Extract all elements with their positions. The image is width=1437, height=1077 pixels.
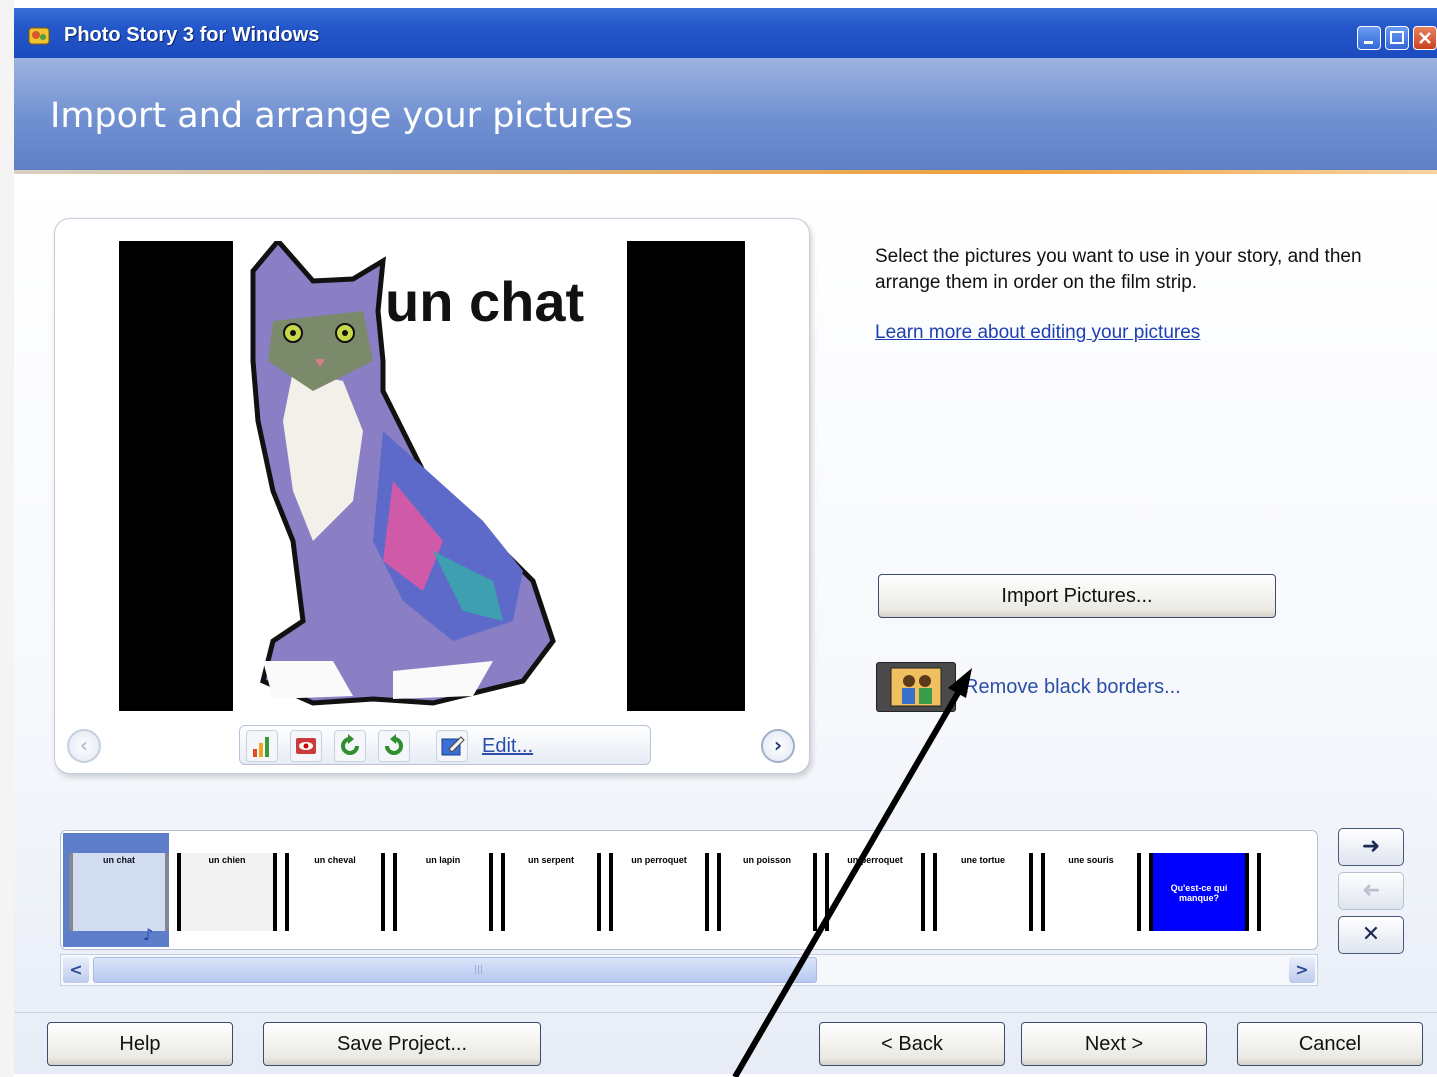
move-left-button[interactable]: ➜ [1338,872,1404,910]
back-button[interactable]: < Back [819,1022,1005,1066]
chevron-right-icon: › [773,733,783,757]
close-icon [1419,32,1431,44]
rotate-right-icon [385,734,403,755]
thumbnail-label: un poisson [743,855,791,865]
edit-toolbar: Edit... [239,725,651,765]
thumbnail-label: un serpent [527,855,574,865]
previous-picture-button[interactable]: ‹ [67,729,101,763]
scroll-right-button[interactable]: > [1289,957,1315,983]
instructions-text: Select the pictures you want to use in y… [875,246,1362,293]
import-pictures-button[interactable]: Import Pictures... [878,574,1276,618]
film-strip-thumbnail[interactable]: un poisson [717,853,817,931]
minimize-icon [1364,41,1373,44]
rotate-left-icon [341,734,359,755]
title-bar[interactable]: Photo Story 3 for Windows [14,8,1437,58]
thumbnail-label: un cheval [314,855,356,865]
cancel-button[interactable]: Cancel [1237,1022,1423,1066]
remove-borders-icon[interactable] [876,662,956,712]
maximize-button[interactable] [1385,26,1409,50]
auto-color-icon [253,737,269,757]
scroll-grip-icon: ||| [474,965,484,975]
film-strip: un chat un chien un cheval un lapin un serpe… [60,830,1318,950]
preview-image: un chat [119,241,745,711]
next-button[interactable]: Next > [1021,1022,1207,1066]
film-strip-thumbnail[interactable] [1257,853,1317,931]
thumbnail-label: une tortue [961,855,1005,865]
desktop-edge [0,0,14,1077]
window-title: Photo Story 3 for Windows [64,24,320,46]
auto-color-button[interactable] [246,730,278,762]
film-strip-thumbnail[interactable]: une tortue [933,853,1033,931]
remove-picture-button[interactable]: ✕ [1338,916,1404,954]
film-strip-scrollbar[interactable]: < ||| > [60,954,1318,986]
film-strip-thumbnail[interactable]: un chat [69,853,169,931]
chevron-left-icon: ‹ [79,733,89,757]
footer-divider [14,1012,1437,1013]
rotate-right-button[interactable] [378,730,410,762]
thumbnail-label: Qu'est-ce qui manque? [1170,883,1228,903]
film-strip-thumbnail[interactable]: Qu'est-ce qui manque? [1149,853,1249,931]
music-note-icon: ♪ [143,925,154,944]
close-button[interactable] [1413,26,1437,50]
x-icon: ✕ [1361,922,1381,947]
film-strip-thumbnail[interactable]: une souris [1041,853,1141,931]
edit-icon [441,736,465,756]
photo-story-icon [28,27,50,45]
red-eye-icon [296,738,316,754]
scroll-thumb[interactable]: ||| [93,957,817,983]
film-strip-thumbnail[interactable]: un cheval [285,853,385,931]
film-strip-thumbnail[interactable]: un perroquet [825,853,925,931]
remove-black-borders-link[interactable]: Remove black borders... [964,676,1181,699]
thumbnail-label: un chien [208,855,246,865]
edit-label[interactable]: Edit... [482,735,533,758]
next-picture-button[interactable]: › [761,729,795,763]
maximize-icon [1390,31,1404,44]
preview-caption: un chat [385,270,585,333]
preview-photo: un chat [233,241,627,711]
app-window: Photo Story 3 for Windows Import and arr… [14,8,1437,1077]
film-strip-thumbnail[interactable]: un chien [177,853,277,931]
minimize-button[interactable] [1357,26,1381,50]
red-eye-button[interactable] [290,730,322,762]
page-title: Import and arrange your pictures [50,96,633,136]
thumbnail-label: un chat [102,855,135,865]
thumbnail-label: un lapin [425,855,461,865]
wizard-content: un chat ‹ › Edit... Select the pictures … [14,174,1437,1074]
thumbnail-label: un perroquet [847,855,903,865]
scroll-left-button[interactable]: < [63,957,89,983]
arrow-right-icon: ➜ [1361,834,1381,859]
move-right-button[interactable]: ➜ [1338,828,1404,866]
photo-frame-icon [890,667,942,707]
rotate-left-button[interactable] [334,730,366,762]
help-button[interactable]: Help [47,1022,233,1066]
film-strip-thumbnail[interactable]: un serpent [501,853,601,931]
chevron-right-icon: > [1295,960,1309,979]
chevron-left-icon: < [69,960,83,979]
thumbnail-label: une souris [1068,855,1114,865]
save-project-button[interactable]: Save Project... [263,1022,541,1066]
picture-preview-panel: un chat ‹ › Edit... [54,218,810,774]
learn-more-link[interactable]: Learn more about editing your pictures [875,322,1200,344]
film-strip-thumbnail[interactable]: un perroquet [609,853,709,931]
page-header: Import and arrange your pictures [14,58,1437,173]
edit-button[interactable] [436,730,468,762]
thumbnail-label: un perroquet [631,855,687,865]
arrow-left-icon: ➜ [1361,878,1381,903]
film-strip-thumbnail[interactable]: un lapin [393,853,493,931]
